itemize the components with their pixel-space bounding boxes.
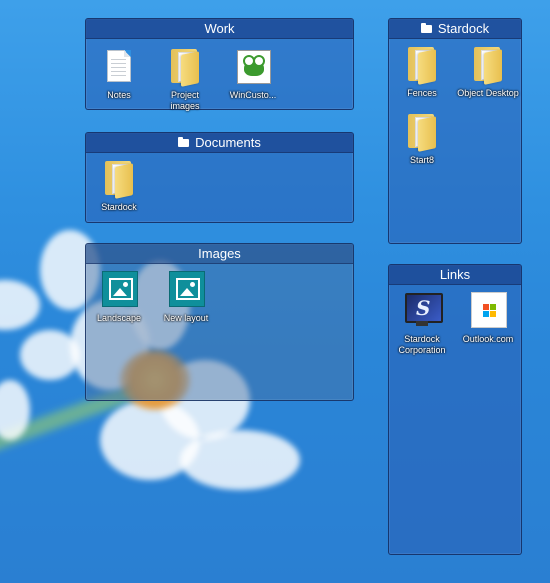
fence-work-title: Work	[204, 21, 235, 36]
folder-icon	[165, 47, 205, 87]
desktop-item-new-layout[interactable]: New layout	[150, 270, 222, 324]
fence-title[interactable]: Links	[389, 265, 521, 285]
fence-links[interactable]: Links Stardock Corporation Outlook.com	[388, 264, 522, 555]
image-file-icon	[99, 270, 139, 310]
windows-logo-icon	[468, 291, 508, 331]
desktop-item-outlook[interactable]: Outlook.com	[452, 291, 524, 345]
desktop-item-stardock-corporation[interactable]: Stardock Corporation	[386, 291, 458, 356]
folder-icon	[402, 112, 442, 152]
fence-images-title: Images	[198, 246, 241, 261]
desktop-item-start8[interactable]: Start8	[386, 112, 458, 166]
item-label: Start8	[409, 155, 434, 165]
item-label: Outlook.com	[462, 334, 514, 344]
fence-title[interactable]: Stardock	[389, 19, 521, 39]
item-label: Notes	[107, 90, 131, 100]
desktop-item-object-desktop[interactable]: Object Desktop	[452, 45, 524, 99]
fence-stardock[interactable]: Stardock Fences Object Desktop Start8	[388, 18, 522, 244]
item-label: Landscape	[96, 313, 142, 323]
desktop-item-fences[interactable]: Fences	[386, 45, 458, 99]
fence-title[interactable]: Documents	[86, 133, 353, 153]
desktop-item-notes[interactable]: Notes	[83, 47, 155, 101]
fence-work[interactable]: Work Notes Project images WinCusto...	[83, 18, 354, 112]
fence-title[interactable]: Images	[86, 244, 353, 264]
folder-icon	[468, 45, 508, 85]
wincustomize-frog-icon	[233, 47, 273, 87]
item-label: New layout	[163, 313, 209, 323]
desktop-item-wincustomize[interactable]: WinCusto...	[217, 47, 289, 101]
fence-title[interactable]: Work	[86, 19, 353, 39]
desktop-item-stardock[interactable]: Stardock	[83, 159, 155, 213]
folder-icon	[99, 159, 139, 199]
item-label: Stardock	[101, 202, 137, 212]
folder-icon	[178, 137, 190, 147]
item-label: WinCusto...	[229, 90, 277, 100]
fence-documents[interactable]: Documents Stardock	[85, 132, 354, 223]
item-label: Project images	[170, 90, 200, 111]
folder-icon	[402, 45, 442, 85]
fence-images[interactable]: Images Landscape New layout	[85, 243, 354, 401]
item-label: Object Desktop	[457, 88, 519, 98]
stardock-monitor-icon	[402, 291, 443, 331]
item-label: Fences	[407, 88, 437, 98]
image-file-icon	[166, 270, 206, 310]
item-label: Stardock Corporation	[398, 334, 446, 355]
document-icon	[99, 47, 139, 87]
fence-documents-title: Documents	[195, 135, 261, 150]
folder-icon	[420, 23, 432, 33]
fence-links-title: Links	[439, 267, 471, 282]
desktop-item-project-images[interactable]: Project images	[149, 47, 221, 112]
desktop-item-landscape[interactable]: Landscape	[83, 270, 155, 324]
fence-stardock-title: Stardock	[437, 21, 490, 36]
